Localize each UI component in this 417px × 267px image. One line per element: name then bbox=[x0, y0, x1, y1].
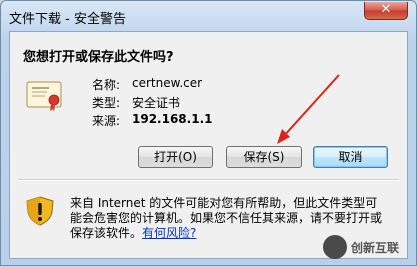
close-button[interactable]: ✕ bbox=[364, 2, 408, 20]
field-label-source: 来源: bbox=[92, 114, 121, 128]
field-label-type: 类型: bbox=[92, 96, 121, 110]
dialog-content: 您想打开或保存此文件吗? 名称: certnew.cer 类型: 安全证书 来源… bbox=[9, 31, 408, 259]
watermark-text: 创新互联 bbox=[351, 241, 400, 255]
watermark: 创新互联 bbox=[321, 233, 413, 263]
open-button[interactable]: 打开(O) bbox=[138, 146, 213, 168]
separator bbox=[18, 179, 399, 181]
field-label-name: 名称: bbox=[92, 78, 121, 92]
close-icon: ✕ bbox=[380, 2, 392, 17]
certificate-icon bbox=[26, 81, 62, 112]
save-button[interactable]: 保存(S) bbox=[226, 146, 302, 168]
shield-warning-icon bbox=[26, 196, 54, 226]
file-download-dialog: 文件下载 - 安全警告 ✕ 您想打开或保存此文件吗? 名称: certnew.c… bbox=[0, 0, 417, 266]
field-value-type: 安全证书 bbox=[132, 96, 181, 110]
field-value-name: certnew.cer bbox=[132, 76, 203, 90]
risk-help-link[interactable]: 有何风险? bbox=[142, 226, 196, 240]
cancel-button[interactable]: 取消 bbox=[313, 146, 388, 168]
watermark-logo-icon bbox=[323, 235, 347, 259]
dialog-question: 您想打开或保存此文件吗? bbox=[23, 50, 174, 65]
window-title: 文件下载 - 安全警告 bbox=[9, 12, 126, 27]
title-bar[interactable]: 文件下载 - 安全警告 ✕ bbox=[1, 1, 416, 31]
field-value-source: 192.168.1.1 bbox=[132, 112, 213, 126]
